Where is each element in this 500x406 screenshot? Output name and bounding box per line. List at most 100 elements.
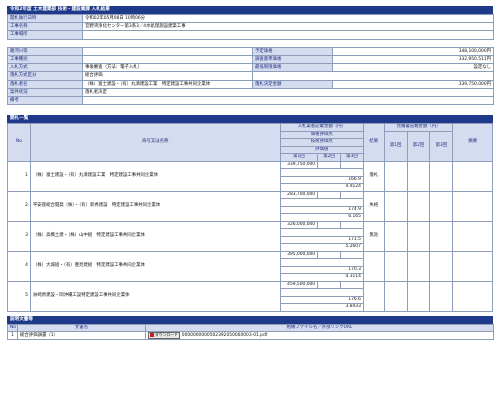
row-company-name: （株）大城組・（有）豊見建組 特定建設工事共同企業体 [29, 250, 281, 282]
row-company-name: 洲崎原建設・岡沖縄工設特定建設工事共同企業体 [29, 280, 281, 312]
row-no: 1 [7, 160, 31, 192]
col-round1: 第1回 [279, 153, 319, 162]
value-planned-price: 348,100,000円 [331, 46, 495, 56]
row-result [362, 280, 385, 312]
download-button[interactable]: ダウンロード [148, 332, 180, 339]
row-amount: 395,000,000 [279, 250, 319, 260]
bid-list-title: 開札一覧 [7, 115, 493, 124]
row-score: 4.3114 [279, 273, 364, 282]
row-no: 5 [7, 280, 31, 312]
row-result: 失格 [362, 190, 385, 222]
spacer [7, 39, 494, 48]
value-min-price: 設定なし [331, 63, 495, 73]
col-est3: 第3回 [429, 130, 454, 162]
row-result: 落札 [362, 160, 385, 192]
value-road-river [82, 46, 253, 56]
col-no: No [7, 123, 31, 162]
label-road-river: 路河川等 [7, 46, 83, 56]
row-amount: 339,750,000 [279, 160, 319, 170]
value-project-name: 宜野湾浄化センター第3系3／4水処理施設建築工事 [81, 22, 495, 32]
value-winner: （株）富士建設・（有）丸清建設工業 特定建設工事共同企業体 [82, 79, 253, 89]
value-award-amount: 339,750,000円 [331, 79, 495, 89]
value-project-location [81, 30, 495, 40]
table-row: 1 （株）富士建設・（有）丸清建設工業 特定建設工事共同企業体 339,750,… [7, 160, 493, 192]
label-remarks: 備考 [7, 95, 83, 106]
row-score: 5.2607 [279, 243, 364, 252]
col-est2: 第2回 [406, 130, 431, 162]
value-open-date: 令和02年05月08日 10時06分 [81, 13, 495, 24]
label-project-location: 工事場所 [7, 30, 83, 40]
value-bid-method: 事後審査（方法：電子入札） [82, 63, 253, 73]
table-row: 5 洲崎原建設・岡沖縄工設特定建設工事共同企業体 459,500,000 [7, 280, 493, 312]
col-tech-eval: 技術評価点 [279, 138, 364, 147]
col-doc-name: 文書名 [17, 323, 146, 333]
row-tech-eval: 171.5 [279, 235, 364, 245]
doc-file-link[interactable]: 0000000000502392050060003-01.pdf [182, 333, 268, 338]
row-score: 3.8433 [279, 303, 364, 312]
label-winner: 落札者名 [7, 79, 83, 89]
row-no: 4 [7, 250, 31, 282]
col-price-eval: 価格評価点 [279, 130, 364, 140]
value-survey-base-price: 332,950,511円 [331, 54, 495, 65]
doc-name: 総合評価調書（1） [17, 331, 146, 341]
col-round3: 第3回 [339, 153, 364, 162]
label-open-date: 開札執行日時 [7, 13, 83, 24]
row-price-eval [279, 198, 364, 207]
row-score: 6.165 [279, 213, 364, 222]
row-company-name: （株）富士建設・（有）丸清建設工業 特定建設工事共同企業体 [29, 160, 281, 192]
label-survey-base-price: 調査基準価格 [252, 54, 333, 65]
col-name: 商号又は名称 [29, 123, 281, 162]
row-tech-eval: 166.9 [279, 175, 364, 185]
row-tech-eval: 174.9 [279, 205, 364, 215]
empty-cell [332, 71, 495, 81]
col-doc-file: 格納ファイル名／外部リンクURL [145, 323, 494, 333]
col-result: 結果 [362, 123, 385, 162]
empty-cell [252, 71, 333, 81]
doc-file-cell: ダウンロード 0000000000502392050060003-01.pdf [145, 331, 494, 341]
docs-title: 説明文書等 [7, 315, 493, 324]
row-amount: 283,700,000 [279, 190, 319, 200]
row-no: 2 [7, 190, 31, 222]
row-result: 無効 [362, 220, 385, 252]
page: 令和2年度 土木建築部 技術・建設業課 入札結果 開札執行日時 令和02年05月… [7, 6, 495, 341]
row-amount: 326,000,000 [279, 220, 319, 230]
row-price-eval [279, 168, 364, 177]
label-status: 案件状況 [7, 87, 83, 97]
label-planned-price: 予定価格 [252, 46, 333, 56]
value-status: 落札者決定 [81, 87, 495, 97]
table-row: 2 平安座総合開発（株）・（有）新秀建設 特定建設工事共同企業体 283,700… [7, 190, 493, 222]
col-round2: 第2回 [317, 153, 341, 162]
label-work-type: 工事種別 [7, 54, 83, 65]
row-company-name: 平安座総合開発（株）・（有）新秀建設 特定建設工事共同企業体 [29, 190, 281, 222]
row-price-eval [279, 288, 364, 297]
col-est1: 第1回 [383, 130, 408, 162]
row-tech-eval: 176.6 [279, 295, 364, 305]
row-price-eval [279, 258, 364, 267]
docs-table: No 文書名 格納ファイル名／外部リンクURL 1 総合評価調書（1） ダウンロ… [7, 323, 494, 341]
label-bid-method: 入札方式 [7, 63, 83, 73]
col-remarks: 摘要 [452, 123, 493, 162]
label-min-price: 最低制限価格 [252, 63, 333, 73]
label-award-method: 落札方式区分 [7, 71, 83, 81]
row-company-name: （株）高橋土建・（株）山中組 特定建設工事共同企業体 [29, 220, 281, 252]
doc-no: 1 [7, 331, 18, 341]
value-remarks [81, 95, 495, 106]
col-amount-group: 入札業者記載金額（円） [279, 123, 364, 132]
col-estimate-group: 見積書記載金額（円） [383, 123, 454, 132]
value-award-method: 総合評価 [82, 71, 253, 81]
label-award-amount: 落札決定金額 [252, 79, 333, 89]
download-label: ダウンロード [155, 332, 178, 338]
label-project-name: 工事名称 [7, 22, 83, 32]
bid-info-table: 開札執行日時 令和02年05月08日 10時06分 工事名称 宜野湾浄化センター… [7, 13, 495, 106]
page-title: 令和2年度 土木建築部 技術・建設業課 入札結果 [7, 6, 493, 14]
row-no: 3 [7, 220, 31, 252]
table-row: 3 （株）高橋土建・（株）山中組 特定建設工事共同企業体 326,000,000… [7, 220, 493, 252]
row-price-eval [279, 228, 364, 237]
table-row: 1 総合評価調書（1） ダウンロード 0000000000502392050060… [7, 331, 494, 341]
row-amount: 459,500,000 [279, 280, 319, 290]
col-eval-score: 評価値 [279, 145, 364, 155]
value-work-type [82, 54, 253, 65]
row-score: 4.9124 [279, 183, 364, 192]
table-row: 4 （株）大城組・（有）豊見建組 特定建設工事共同企業体 395,000,000 [7, 250, 493, 282]
